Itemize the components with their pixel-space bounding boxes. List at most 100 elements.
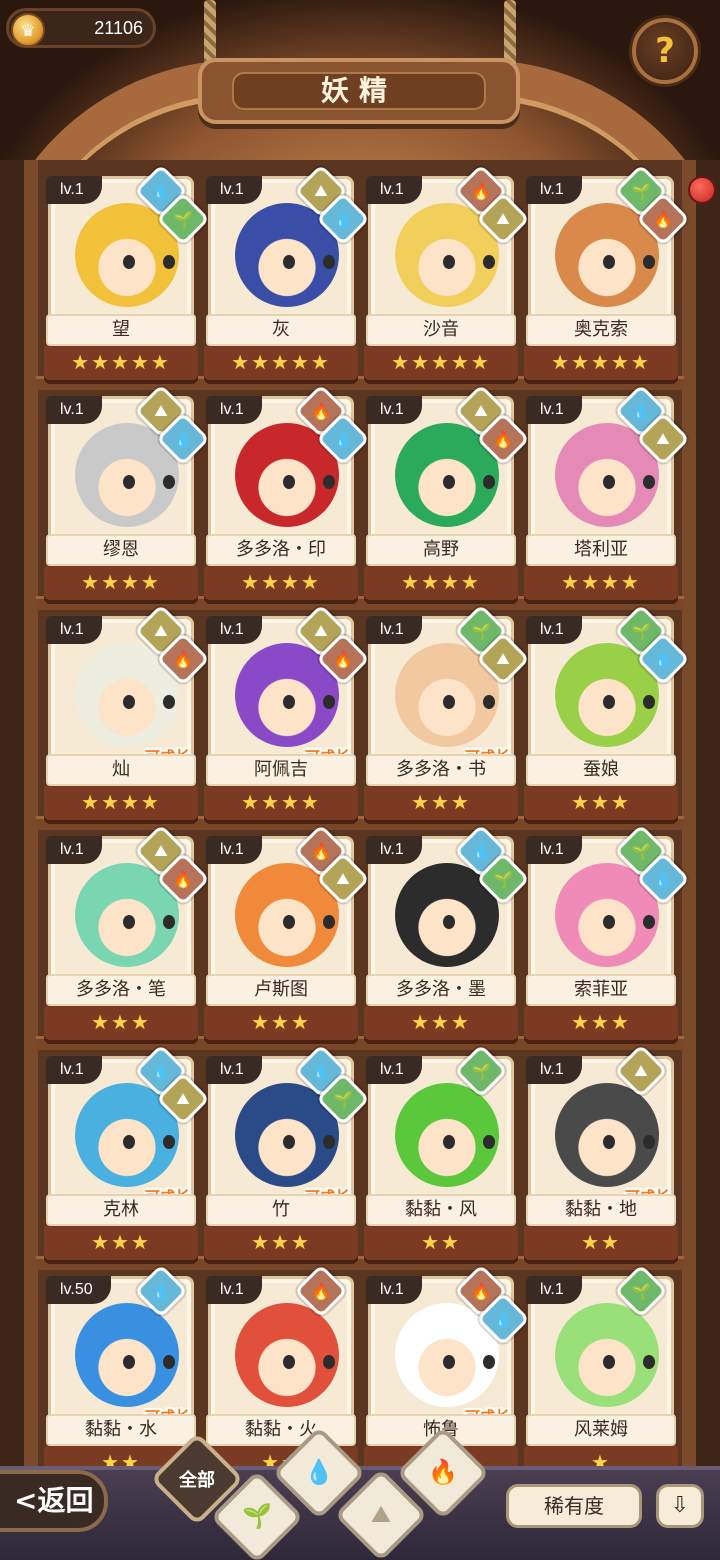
fairy-card[interactable]: lv.1 💧 ⛰ 塔利亚 ★★★★ [524,384,690,606]
fairy-name: 蚕娘 [526,754,676,786]
fairy-card[interactable]: lv.1 ⛰ 💧 灰 ★★★★★ [204,164,370,386]
fairy-name: 竹 [206,1194,356,1226]
eye [323,475,335,489]
fairy-portrait [75,1303,179,1407]
level-badge: lv.1 [46,1056,102,1084]
fairy-card[interactable]: lv.1 🌱 风莱姆 ★ [524,1264,678,1486]
element-glyph: 💧 [493,1309,513,1329]
element-glyph: 🔥 [493,429,513,449]
eye [603,1355,615,1369]
eye [603,1135,615,1149]
eye [163,1135,175,1149]
eye [603,475,615,489]
coin-value: 21106 [94,18,143,38]
star-rating: ★★★★★ [551,350,651,374]
star-rating: ★★★ [411,790,471,814]
eye [163,475,175,489]
coin-counter: ♛ 21106 [6,8,156,48]
level-badge: lv.1 [46,616,102,644]
element-glyph: 🔥 [653,209,673,229]
fairy-card[interactable]: lv.1 💧 🌱 多多洛・墨 ★★★ [364,824,530,1046]
star-rating: ★★★ [251,1230,311,1254]
fairy-name: 克林 [46,1194,196,1226]
element-glyph: ⛰ [656,429,670,448]
level-badge: lv.1 [526,396,582,424]
fairy-card[interactable]: lv.1💧🌱可成长竹★★★ [204,1044,370,1266]
crown-coin-icon: ♛ [11,13,45,47]
fairy-card[interactable]: lv.1 💧 🌱 望 ★★★★★ [44,164,210,386]
eye [123,1135,135,1149]
eye [163,255,175,269]
eye [643,1135,655,1149]
eye [123,915,135,929]
eye [643,695,655,709]
help-button[interactable]: ? [632,18,698,84]
level-badge: lv.50 [46,1276,111,1304]
fairy-card[interactable]: lv.1 ⛰ 🔥 多多洛・笔 ★★★ [44,824,210,1046]
eye [323,915,335,929]
level-badge: lv.1 [526,1056,582,1084]
fairy-name: 阿佩吉 [206,754,356,786]
eye [643,1355,655,1369]
eye [483,1135,495,1149]
fairy-name: 卢斯图 [206,974,356,1006]
eye [443,475,455,489]
level-badge: lv.1 [526,616,582,644]
fairy-card[interactable]: lv.1 🌱 💧 蚕娘 ★★★ [524,604,690,826]
eye [483,1355,495,1369]
fairy-card[interactable]: lv.1⛰可成长黏黏・地★★ [524,1044,678,1266]
element-glyph: ⛰ [336,869,350,888]
eye [163,915,175,929]
fairy-card[interactable]: lv.1 🌱 黏黏・风 ★★ [364,1044,518,1266]
filter-label: 全部 [179,1470,215,1491]
sort-rarity-button[interactable]: 稀有度 [506,1484,642,1528]
level-badge: lv.1 [206,1056,262,1084]
level-badge: lv.1 [46,836,102,864]
eye [443,695,455,709]
fairy-card[interactable]: lv.1⛰🔥可成长灿★★★★ [44,604,210,826]
star-rating: ★★★★★ [391,350,491,374]
grass-icon: 🌱 [242,1502,272,1530]
title-sign: 妖精 [198,58,520,124]
element-glyph: 💧 [151,1281,171,1301]
eye [283,1135,295,1149]
fairy-card[interactable]: lv.1 ⛰ 💧 缪恩 ★★★★ [44,384,210,606]
element-glyph: 🌱 [471,1061,491,1081]
sort-order-button[interactable]: ⇩ [656,1484,704,1528]
star-rating: ★★★★ [401,570,481,594]
fairy-card[interactable]: lv.1 🌱 💧 索菲亚 ★★★ [524,824,690,1046]
fairy-card[interactable]: lv.1 🔥 ⛰ 沙音 ★★★★★ [364,164,530,386]
fairy-collection-screen: ♛ 21106 妖精 ? lv.1 💧 🌱 望 ★★★★★ lv.1 ⛰ 💧 灰 ★★★★★ lv.… [0,0,720,1560]
eye [323,255,335,269]
fairy-portrait [235,1303,339,1407]
fairy-portrait [395,1083,499,1187]
eye [603,695,615,709]
fairy-name: 多多洛・墨 [366,974,516,1006]
star-rating: ★★★★ [81,570,161,594]
fairy-card[interactable]: lv.1 🔥 ⛰ 卢斯图 ★★★ [204,824,370,1046]
eye [603,255,615,269]
eye [643,255,655,269]
fairy-name: 索菲亚 [526,974,676,1006]
back-label: 返回 [37,1484,94,1517]
eye [603,915,615,929]
level-badge: lv.1 [526,176,582,204]
star-rating: ★★ [421,1230,461,1254]
level-badge: lv.1 [206,176,262,204]
level-badge: lv.1 [366,1056,422,1084]
fairy-card[interactable]: lv.1💧⛰可成长克林★★★ [44,1044,210,1266]
level-badge: lv.1 [46,396,102,424]
fairy-card[interactable]: lv.1⛰🔥可成长阿佩吉★★★★ [204,604,370,826]
eye [443,1355,455,1369]
level-badge: lv.1 [46,176,102,204]
fairy-name: 奥克索 [526,314,676,346]
level-badge: lv.1 [366,176,422,204]
star-rating: ★★★★ [561,570,641,594]
fairy-card[interactable]: lv.1 🌱 🔥 奥克索 ★★★★★ [524,164,690,386]
eye [283,915,295,929]
fairy-card[interactable]: lv.1🌱⛰可成长多多洛・书★★★ [364,604,530,826]
back-button[interactable]: <返回 [0,1470,108,1532]
fairy-card[interactable]: lv.1 🔥 💧 多多洛・印 ★★★★ [204,384,370,606]
element-glyph: 🌱 [493,869,513,889]
fairy-card[interactable]: lv.1 ⛰ 🔥 高野 ★★★★ [364,384,530,606]
